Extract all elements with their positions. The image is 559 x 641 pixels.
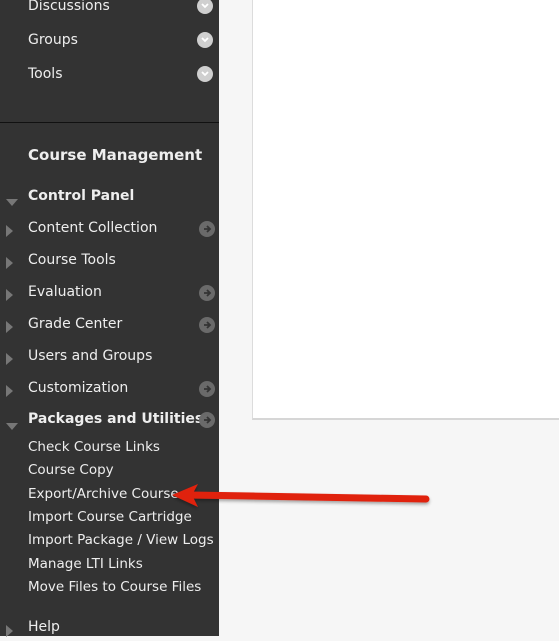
arrow-right-circle-icon[interactable] [199,317,215,333]
content-panel [252,0,559,420]
menu-item-label: Discussions [28,0,110,14]
link-import-package-view-logs[interactable]: Import Package / View Logs [28,532,214,548]
menu-item-label: Tools [28,66,63,82]
link-export-archive-course[interactable]: Export/Archive Course [28,486,179,502]
section-title-course-management: Course Management [28,146,203,164]
triangle-right-icon[interactable] [6,318,14,337]
chevron-down-circle-icon[interactable] [197,66,213,82]
arrow-right-circle-icon[interactable] [199,412,215,428]
chevron-down-circle-icon[interactable] [197,32,213,48]
sidebar-divider [0,122,219,123]
arrow-right-circle-icon[interactable] [199,285,215,301]
arrow-right-circle-icon[interactable] [199,221,215,237]
control-panel-item-users-and-groups[interactable]: Users and Groups [28,348,152,364]
control-panel-item-content-collection[interactable]: Content Collection [28,220,157,236]
menu-item-discussions[interactable]: Discussions [28,0,110,14]
triangle-right-icon[interactable] [6,254,14,273]
triangle-down-icon[interactable] [6,192,18,211]
link-check-course-links[interactable]: Check Course Links [28,439,160,455]
link-import-course-cartridge[interactable]: Import Course Cartridge [28,509,192,525]
link-manage-lti-links[interactable]: Manage LTI Links [28,556,143,572]
triangle-right-icon[interactable] [6,622,14,641]
control-panel-item-customization[interactable]: Customization [28,380,128,396]
triangle-right-icon[interactable] [6,382,14,401]
control-panel-item-evaluation[interactable]: Evaluation [28,284,102,300]
link-move-files-to-course-files[interactable]: Move Files to Course Files [28,579,201,595]
control-panel-item-grade-center[interactable]: Grade Center [28,316,122,332]
menu-item-groups[interactable]: Groups [28,32,78,48]
triangle-right-icon[interactable] [6,222,14,241]
arrow-right-circle-icon[interactable] [199,381,215,397]
menu-item-label: Groups [28,32,78,48]
chevron-down-circle-icon[interactable] [197,0,213,14]
control-panel-header[interactable]: Control Panel [28,188,134,204]
menu-item-help[interactable]: Help [28,619,60,635]
main-content-area [219,0,559,636]
triangle-right-icon[interactable] [6,350,14,369]
control-panel-item-course-tools[interactable]: Course Tools [28,252,116,268]
triangle-right-icon[interactable] [6,286,14,305]
menu-item-tools[interactable]: Tools [28,66,63,82]
link-course-copy[interactable]: Course Copy [28,462,114,478]
course-menu-sidebar: Discussions Groups Tools Course Manageme… [0,0,219,637]
packages-and-utilities-header[interactable]: Packages and Utilities [28,411,203,427]
triangle-down-icon[interactable] [6,416,18,435]
